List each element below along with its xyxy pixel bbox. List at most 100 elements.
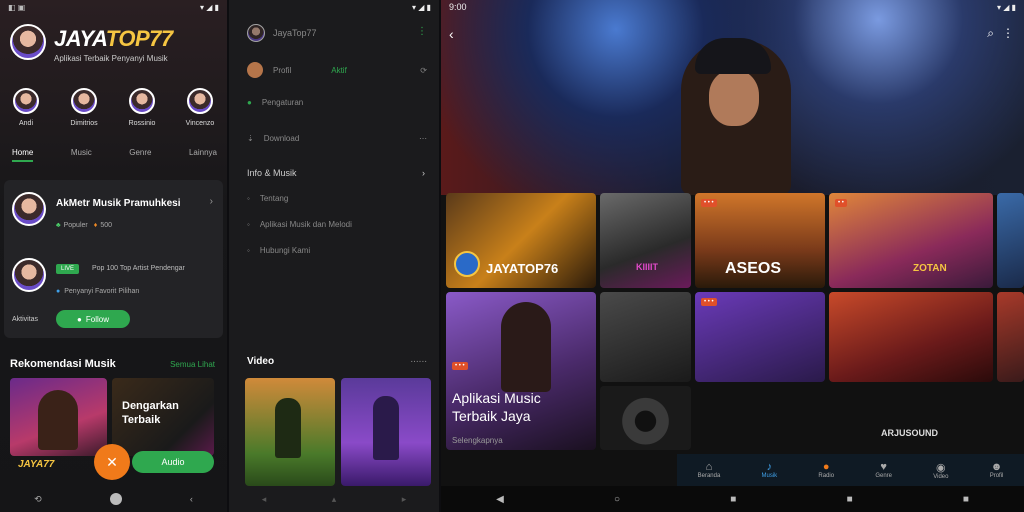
tile-zotan[interactable]: • • ZOTAN: [829, 193, 993, 288]
status-bar: ◧ ▣ ▾ ◢ ▮: [0, 0, 227, 14]
info-icon: ◦: [247, 194, 250, 203]
tab-home[interactable]: Home: [12, 148, 34, 162]
nav-profile[interactable]: ☻ Profil: [990, 461, 1004, 479]
nav-label: Musik: [761, 473, 778, 479]
more-vert-icon[interactable]: ⋮: [417, 26, 427, 37]
tile-edge-2[interactable]: [997, 292, 1024, 382]
guitarist-figure: [373, 396, 399, 460]
back-icon[interactable]: ◂: [262, 494, 267, 505]
home-icon[interactable]: ▴: [332, 494, 337, 505]
person-icon: ☻: [990, 461, 1003, 473]
fire-icon: ♦: [93, 222, 98, 229]
genre-icon: ♥: [880, 461, 887, 473]
menu-link-app[interactable]: ◦ Aplikasi Musik dan Melodi: [247, 220, 352, 229]
artist-card[interactable]: AkMetr Musik Pramuhkesi › ♣ Populer ♦ 500 …: [4, 180, 223, 338]
promo-title-1: Dengarkan: [122, 400, 179, 412]
promo-card[interactable]: Dengarkan Terbaik: [112, 378, 214, 456]
status-icons-right: ▾ ◢ ▮: [411, 2, 431, 12]
home-icon[interactable]: [109, 493, 122, 505]
story-item[interactable]: Dimitrios: [66, 88, 102, 127]
status-icons-right: ▾ ◢ ▮: [199, 2, 219, 12]
brand-title: JAYATOP77: [54, 26, 173, 51]
recents-icon[interactable]: ■: [730, 494, 736, 505]
tile-title: KIIIIT: [636, 262, 658, 272]
settings-icon: ●: [247, 98, 252, 107]
tab-genre[interactable]: Genre: [129, 148, 151, 162]
home-icon[interactable]: ○: [614, 494, 620, 505]
menu-link-contact[interactable]: ◦ Hubungi Kami: [247, 246, 310, 255]
menu-row-download[interactable]: ⇣ Download ⋯: [247, 134, 427, 143]
profile-icon: [247, 62, 263, 78]
tile-singer[interactable]: KIIIIT: [600, 193, 691, 288]
system-icon[interactable]: ■: [847, 494, 853, 505]
audio-button[interactable]: Audio: [132, 451, 214, 473]
refresh-icon[interactable]: ⟳: [420, 66, 427, 75]
nav-home[interactable]: ⌂ Beranda: [698, 461, 721, 479]
card-title: AkMetr Musik Pramuhkesi: [56, 198, 181, 209]
guitarist-figure: [275, 398, 301, 458]
back-icon[interactable]: ◀: [496, 494, 504, 505]
more-vert-icon[interactable]: ⋮: [1002, 26, 1014, 40]
tile-aseos[interactable]: • • • ASEOS: [695, 193, 825, 288]
menu-link-about[interactable]: ◦ Tentang: [247, 194, 288, 203]
story-label: Andi: [18, 120, 33, 127]
tile-guitar-dark[interactable]: [600, 292, 691, 382]
story-avatar: [71, 88, 97, 114]
more-horiz-icon[interactable]: ⋯: [419, 134, 427, 143]
tile-tag: • •: [835, 199, 847, 207]
feature-sub[interactable]: Selengkapnya: [452, 436, 503, 445]
tile-speaker[interactable]: [600, 386, 691, 450]
chevron-right-icon: ›: [422, 168, 425, 178]
recents-icon[interactable]: ⟲: [34, 494, 42, 505]
fab-close-button[interactable]: ✕: [94, 444, 130, 480]
card-meta-count: 500: [100, 222, 112, 229]
chevron-right-icon[interactable]: ›: [210, 196, 213, 207]
back-icon[interactable]: ‹: [190, 494, 193, 504]
video-thumb-1[interactable]: [245, 378, 335, 486]
menu-section-text: Info & Musik: [247, 168, 297, 178]
story-avatar: [129, 88, 155, 114]
back-arrow-icon[interactable]: ‹: [449, 26, 454, 42]
section-title: Rekomendasi Musik: [10, 358, 116, 370]
nav-music[interactable]: ♪ Musik: [762, 461, 778, 479]
clover-icon: ♣: [56, 222, 61, 229]
menu-avatar[interactable]: [247, 24, 265, 42]
menu-section-label[interactable]: Info & Musik ›: [247, 168, 425, 178]
tile-feature[interactable]: • • • Aplikasi Music Terbaik Jaya Seleng…: [446, 292, 596, 450]
story-item[interactable]: Rossinio: [124, 88, 160, 127]
globe-icon: ●: [56, 288, 61, 295]
nav-radio[interactable]: ● Radio: [818, 461, 834, 479]
promo-image[interactable]: [10, 378, 107, 456]
tile-tag: • • •: [701, 199, 717, 207]
tab-music[interactable]: Music: [71, 148, 92, 162]
profile-avatar[interactable]: [10, 24, 46, 60]
story-item[interactable]: Andi: [8, 88, 44, 127]
menu-row-profile[interactable]: Profil Aktif ⟳: [247, 62, 427, 78]
tab-more[interactable]: Lainnya: [189, 148, 217, 162]
story-item[interactable]: Vincenzo: [182, 88, 218, 127]
recents-icon[interactable]: ▸: [402, 494, 407, 505]
status-bar: ▾ ◢ ▮: [229, 0, 439, 14]
videos-more[interactable]: ......: [410, 354, 427, 365]
tile-edge[interactable]: [997, 193, 1024, 288]
search-icon[interactable]: ⌕: [987, 26, 994, 41]
menu-header-title: JayaTop77: [273, 28, 317, 38]
section-link[interactable]: Semua Lihat: [170, 360, 215, 369]
system-icon[interactable]: ■: [963, 494, 969, 505]
live-badge: LIVE: [56, 264, 80, 274]
card-avatar: [12, 192, 46, 226]
card-footer-label: Aktivitas: [12, 316, 39, 323]
follow-button[interactable]: ● Follow: [56, 310, 130, 328]
tagline: Aplikasi Terbaik Penyanyi Musik: [54, 54, 168, 63]
nav-video[interactable]: ◉ Video: [933, 461, 948, 480]
tile-jayatop[interactable]: JAYATOP76: [446, 193, 596, 288]
tile-band[interactable]: [829, 292, 993, 382]
status-time: 9:00: [449, 2, 467, 12]
menu-row-label: Pengaturan: [261, 98, 304, 107]
tile-stage-purple[interactable]: • • •: [695, 292, 825, 382]
video-thumb-2[interactable]: [341, 378, 431, 486]
right-label: ARJUSOUND: [881, 428, 939, 438]
menu-row-settings[interactable]: ● Pengaturan: [247, 98, 303, 107]
guitarist-figure: [38, 390, 78, 450]
nav-genre[interactable]: ♥ Genre: [875, 461, 892, 479]
